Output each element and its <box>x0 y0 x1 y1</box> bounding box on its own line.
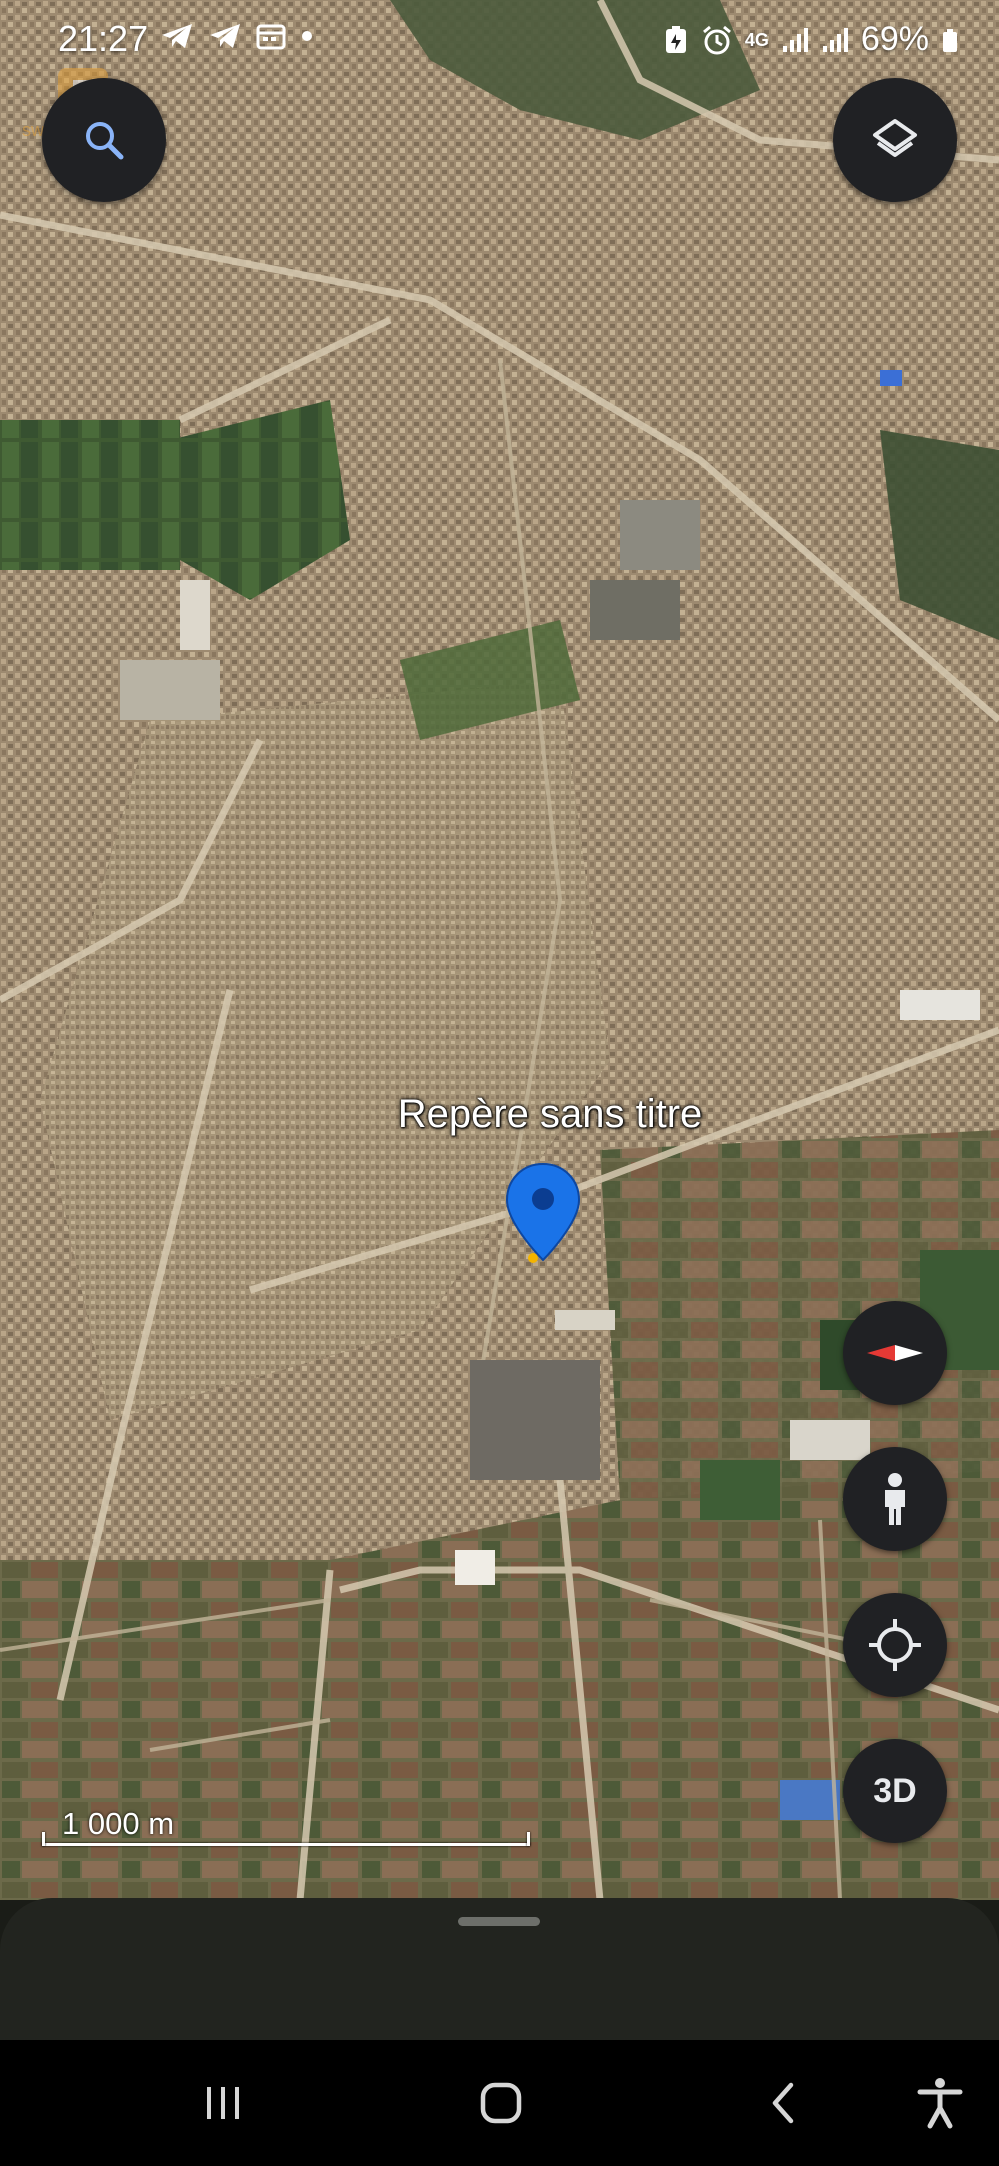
recent-apps-icon <box>207 2087 239 2119</box>
street-view-button[interactable] <box>843 1447 947 1551</box>
pegman-icon <box>885 1473 905 1525</box>
alarm-icon <box>702 25 731 54</box>
map-imagery <box>0 0 999 1900</box>
battery-percent: 69% <box>860 20 929 58</box>
scale-bar: 1 000 m <box>42 1806 530 1846</box>
placemark-label: Repère sans titre <box>397 1092 703 1136</box>
recent-apps-button[interactable] <box>180 2040 266 2166</box>
signal-icon <box>822 27 848 52</box>
placemark-pin[interactable] <box>504 1162 582 1272</box>
battery-icon <box>943 28 957 52</box>
telegram-icon <box>162 24 192 48</box>
map-pin-icon <box>505 1162 581 1263</box>
scale-line <box>42 1843 530 1846</box>
3d-toggle-button[interactable]: 3D <box>843 1739 947 1843</box>
scale-label: 1 000 m <box>62 1806 175 1841</box>
signal-icon <box>782 27 808 52</box>
status-time: 21:27 <box>58 18 149 59</box>
home-button[interactable] <box>458 2040 544 2166</box>
search-icon <box>86 122 124 160</box>
notification-icons <box>160 22 314 50</box>
accessibility-icon <box>917 2078 963 2129</box>
system-navigation-bar <box>0 2040 999 2166</box>
calendar-icon <box>256 24 286 50</box>
network-type: 4G <box>744 29 769 50</box>
home-icon <box>480 2082 522 2124</box>
more-notifications-dot-icon <box>302 31 312 41</box>
scale-tick-left <box>42 1832 45 1846</box>
status-right: 4G 69% <box>663 20 959 59</box>
telegram-icon <box>210 24 240 48</box>
accessibility-button[interactable] <box>900 2040 980 2166</box>
back-button[interactable] <box>740 2040 826 2166</box>
crosshair-icon <box>869 1619 921 1671</box>
3d-label: 3D <box>873 1771 917 1810</box>
back-icon <box>772 2082 794 2124</box>
layers-button[interactable] <box>833 78 957 202</box>
battery-saver-icon <box>665 25 686 53</box>
satellite-map[interactable] <box>0 0 999 1900</box>
layers-icon <box>873 119 917 157</box>
my-location-button[interactable] <box>843 1593 947 1697</box>
scale-tick-right <box>527 1832 530 1846</box>
bottom-sheet-handle[interactable] <box>458 1917 540 1926</box>
search-button[interactable] <box>42 78 166 202</box>
compass-icon <box>867 1345 923 1361</box>
compass-button[interactable] <box>843 1301 947 1405</box>
